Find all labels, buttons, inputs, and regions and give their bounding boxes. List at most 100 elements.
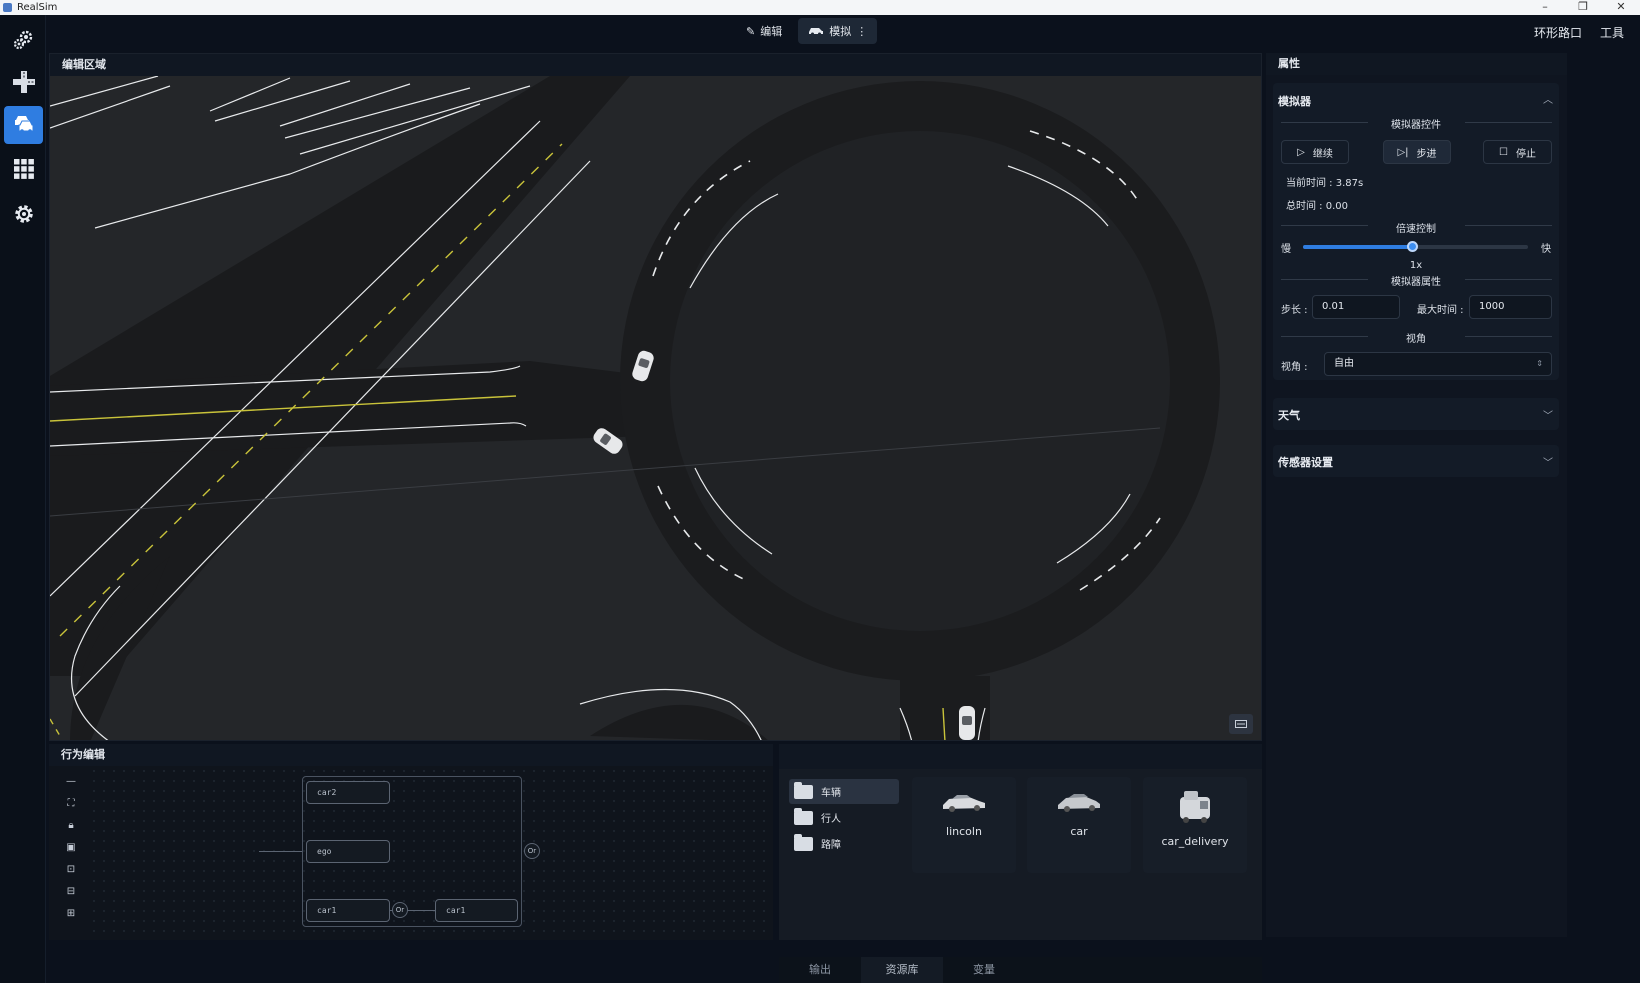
continue-button[interactable]: ▷ 继续: [1281, 140, 1349, 164]
folder-icon: [794, 807, 813, 825]
scene-canvas[interactable]: [50, 75, 1261, 740]
play-icon: ▷: [1297, 146, 1305, 158]
behavior-title: 行为编辑: [49, 744, 773, 766]
grid-apps-button[interactable]: [4, 150, 43, 188]
settings-button[interactable]: [4, 195, 43, 233]
left-sidebar: [0, 15, 46, 983]
minimap-toggle-button[interactable]: [1229, 714, 1253, 734]
window-title: RealSim: [17, 2, 58, 13]
speed-value: 1x: [1409, 260, 1423, 271]
speed-slider-fill: [1303, 245, 1413, 249]
behavior-node-car1-target[interactable]: car1: [435, 899, 518, 922]
simulator-attrs-title: 模拟器属性: [1391, 277, 1441, 288]
tab-edit[interactable]: ✎ 编辑: [736, 18, 792, 44]
simulator-section-title[interactable]: 模拟器: [1278, 93, 1311, 109]
delete-node-icon[interactable]: ⊟: [61, 880, 81, 902]
total-time: 总时间 : 0.00: [1286, 201, 1348, 212]
speed-slider-handle[interactable]: [1407, 241, 1418, 252]
asset-car[interactable]: car: [1027, 777, 1131, 873]
behavior-node-car1[interactable]: car1: [306, 899, 390, 922]
view-select[interactable]: 自由 ⇕: [1324, 352, 1552, 376]
scene-settings-button[interactable]: [4, 21, 43, 59]
asset-car-delivery[interactable]: car_delivery: [1143, 777, 1247, 873]
vehicle-car-3[interactable]: [959, 706, 975, 740]
export-icon[interactable]: ⊞: [61, 902, 81, 924]
editor-title: 编辑区域: [50, 54, 1261, 76]
stop-icon: ☐: [1499, 146, 1508, 158]
zoom-out-icon[interactable]: —: [61, 770, 81, 792]
sensors-section[interactable]: 传感器设置 ﹀: [1273, 445, 1559, 477]
minimap-icon: [1235, 720, 1247, 728]
chevron-down-icon[interactable]: ﹀: [1543, 454, 1553, 469]
chevron-up-icon[interactable]: ︿: [1543, 91, 1553, 106]
resource-categories: 车辆 行人 路障: [789, 779, 899, 857]
tab-edit-label: 编辑: [760, 25, 783, 38]
restore-button[interactable]: ❐: [1564, 0, 1602, 15]
step-icon: ▷|: [1397, 146, 1409, 158]
stop-label: 停止: [1515, 148, 1536, 160]
speed-slow-label: 慢: [1281, 244, 1291, 255]
road-network-button[interactable]: [4, 63, 43, 101]
or-connector[interactable]: Or: [392, 902, 408, 918]
vehicles-button[interactable]: [4, 106, 43, 144]
tab-output[interactable]: 输出: [779, 957, 861, 983]
view-title: 视角: [1406, 334, 1426, 345]
behavior-editor: 行为编辑 — ⛶ 🔒︎ ▣ ⊡ ⊟ ⊞ car2 ego car1 Or car…: [49, 744, 773, 940]
car-model-icon: [1058, 794, 1100, 812]
top-toolbar: ✎ 编辑 模拟 ⋮ 环形路口 工具: [46, 15, 1640, 51]
delivery-robot-icon: [1180, 791, 1210, 823]
step-size-input[interactable]: 0.01: [1312, 295, 1400, 319]
category-obstacles[interactable]: 路障: [789, 831, 899, 856]
current-time: 当前时间 : 3.87s: [1286, 178, 1364, 189]
gears-icon: [13, 30, 32, 50]
close-window-button[interactable]: ✕: [1602, 0, 1640, 15]
category-label: 行人: [821, 814, 841, 825]
grid-icon: [13, 159, 34, 179]
more-options-icon[interactable]: ⋮: [856, 25, 867, 38]
add-node-icon[interactable]: ⊡: [61, 858, 81, 880]
continue-label: 继续: [1312, 148, 1333, 160]
scene-name-menu[interactable]: 环形路口: [1534, 24, 1582, 41]
resource-library-header: [779, 744, 1262, 769]
or-connector-group[interactable]: Or: [524, 843, 540, 859]
step-button[interactable]: ▷| 步进: [1383, 140, 1451, 164]
window-titlebar: RealSim – ❐ ✕: [0, 0, 1640, 15]
tab-simulate[interactable]: 模拟 ⋮: [798, 18, 878, 44]
fit-view-icon[interactable]: ⛶: [61, 792, 81, 814]
behavior-node-car2[interactable]: car2: [306, 781, 390, 804]
weather-section[interactable]: 天气 ﹀: [1273, 398, 1559, 430]
asset-label: lincoln: [946, 825, 982, 838]
behavior-node-ego[interactable]: ego: [306, 840, 390, 863]
stop-button[interactable]: ☐ 停止: [1483, 140, 1552, 164]
tab-resources[interactable]: 资源库: [861, 957, 943, 983]
chevron-down-icon[interactable]: ﹀: [1543, 407, 1553, 422]
crossroad-icon: [12, 71, 35, 93]
category-label: 车辆: [821, 788, 841, 799]
tools-menu[interactable]: 工具: [1600, 24, 1624, 41]
gear-icon: [14, 205, 33, 223]
category-vehicles[interactable]: 车辆: [789, 779, 899, 804]
sensors-section-title: 传感器设置: [1278, 456, 1333, 469]
resource-library: 车辆 行人 路障 lincoln car car_delivery: [779, 744, 1262, 940]
tab-variables[interactable]: 变量: [943, 957, 1025, 983]
editor-area: 编辑区域: [49, 53, 1262, 741]
view-select-value: 自由: [1334, 358, 1354, 369]
step-label: 步进: [1416, 148, 1437, 160]
pencil-icon: ✎: [746, 24, 756, 38]
align-icon[interactable]: ▣: [61, 836, 81, 858]
category-pedestrians[interactable]: 行人: [789, 805, 899, 830]
cars-icon: [14, 116, 33, 133]
bottom-tabs: 输出 资源库 变量: [779, 957, 1262, 983]
asset-lincoln[interactable]: lincoln: [912, 777, 1016, 873]
minimize-button[interactable]: –: [1526, 0, 1564, 15]
simulator-section: 模拟器 ︿ 模拟器控件 ▷ 继续 ▷| 步进 ☐ 停止 当前时间 : 3.87s…: [1273, 83, 1559, 380]
asset-label: car: [1070, 825, 1088, 838]
properties-panel: 属性 模拟器 ︿ 模拟器控件 ▷ 继续 ▷| 步进 ☐ 停止 当前时间 : 3.…: [1266, 53, 1567, 937]
folder-icon: [794, 781, 813, 799]
speed-fast-label: 快: [1541, 244, 1551, 255]
car-icon: [809, 28, 824, 36]
max-time-label: 最大时间 :: [1417, 305, 1464, 316]
max-time-input[interactable]: 1000: [1469, 295, 1552, 319]
lock-icon[interactable]: 🔒︎: [61, 814, 81, 836]
road-map-view: [50, 75, 1261, 740]
